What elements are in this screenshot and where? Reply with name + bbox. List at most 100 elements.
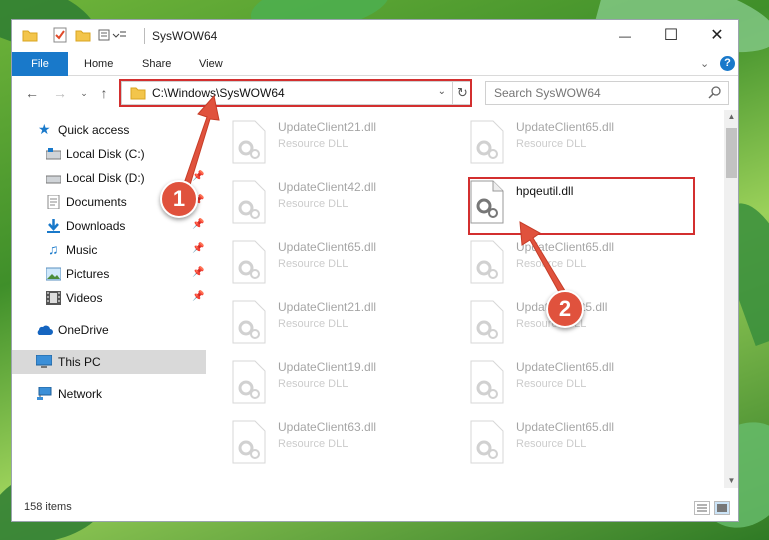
pin-icon[interactable]: 📌 — [192, 267, 204, 278]
dll-file-icon — [470, 240, 504, 284]
file-name: UpdateClient65.dll — [516, 360, 615, 374]
list-item[interactable]: UpdateClient65.dll Resource DLL — [222, 232, 442, 288]
navigation-pane: ★ Quick access Local Disk (C:) Local Dis… — [12, 110, 206, 490]
file-name: UpdateClient63.dll — [278, 420, 377, 434]
vertical-scrollbar[interactable]: ▲ ▼ — [724, 110, 738, 488]
file-highlight — [468, 177, 695, 235]
maximize-button[interactable]: ☐ — [648, 20, 694, 52]
sidebar-item-label: Music — [66, 243, 98, 257]
up-arrow-icon[interactable]: ↑ — [96, 85, 112, 101]
pin-icon[interactable]: 📌 — [192, 219, 204, 230]
pin-icon[interactable]: 📌 — [192, 291, 204, 302]
list-item[interactable]: UpdateClient65.dll Resource DLL — [460, 352, 680, 408]
videos-icon — [46, 291, 61, 305]
folder-icon — [22, 27, 38, 43]
computer-icon — [35, 354, 53, 369]
file-list: UpdateClient21.dll Resource DLL UpdateCl… — [208, 110, 724, 490]
file-type: Resource DLL — [278, 258, 349, 270]
back-arrow-icon[interactable]: ← — [24, 85, 40, 101]
drive-icon — [45, 171, 62, 185]
file-type: Resource DLL — [278, 138, 349, 150]
file-type: Resource DLL — [516, 378, 587, 390]
list-item[interactable]: UpdateClient42.dll Resource DLL — [222, 172, 442, 228]
list-item[interactable]: UpdateClient21.dll Resource DLL — [222, 112, 442, 168]
sidebar-item-onedrive[interactable]: OneDrive — [12, 318, 206, 342]
tab-share[interactable]: Share — [128, 52, 185, 76]
file-name: UpdateClient65.dll — [278, 240, 377, 254]
sidebar-item-label: Network — [58, 387, 103, 401]
sidebar-item-label: OneDrive — [58, 323, 109, 337]
network-icon — [36, 386, 52, 401]
sidebar-item-label: Local Disk (C:) — [66, 147, 145, 161]
dll-file-icon — [232, 240, 266, 284]
dll-file-icon — [470, 360, 504, 404]
new-folder-icon[interactable] — [75, 27, 91, 43]
search-box[interactable] — [485, 81, 729, 105]
item-count: 158 items — [24, 501, 72, 513]
pin-icon[interactable]: 📌 — [192, 243, 204, 254]
properties-icon[interactable] — [52, 27, 68, 43]
file-name: UpdateClient42.dll — [278, 180, 377, 194]
search-icon[interactable] — [708, 86, 722, 100]
dll-file-icon — [232, 300, 266, 344]
title-bar: SysWOW64 — ☐ ✕ — [12, 20, 738, 52]
file-name: UpdateClient65.dll — [516, 420, 615, 434]
forward-arrow-icon[interactable]: → — [52, 85, 68, 101]
file-name: UpdateClient19.dll — [278, 360, 377, 374]
sidebar-item-label: Documents — [66, 195, 127, 209]
sidebar-item-quick-access[interactable]: ★ Quick access — [12, 118, 206, 142]
tab-view[interactable]: View — [185, 52, 237, 76]
sidebar-item-network[interactable]: Network — [12, 382, 206, 406]
dll-file-icon — [470, 120, 504, 164]
details-view-icon[interactable] — [694, 501, 710, 515]
sidebar-item-local-disk-c[interactable]: Local Disk (C:) — [12, 142, 206, 166]
ribbon-tabs: File Home Share View ⌄ ? — [12, 52, 738, 76]
scroll-down-icon[interactable]: ▼ — [724, 474, 738, 488]
address-bar-highlight — [119, 79, 472, 107]
callout-badge-1: 1 — [160, 180, 198, 218]
file-type: Resource DLL — [516, 138, 587, 150]
pin-icon[interactable]: 📌 — [192, 171, 204, 182]
help-icon[interactable]: ? — [720, 56, 735, 71]
expand-ribbon-icon[interactable]: ⌄ — [700, 57, 709, 70]
file-name: UpdateClient21.dll — [278, 120, 377, 134]
list-item[interactable]: UpdateClient21.dll Resource DLL — [222, 292, 442, 348]
dll-file-icon — [470, 420, 504, 464]
sidebar-item-music[interactable]: ♫ Music 📌 — [12, 238, 206, 262]
dll-file-icon — [232, 120, 266, 164]
large-icons-view-icon[interactable] — [714, 501, 730, 515]
tab-file[interactable]: File — [12, 52, 68, 76]
minimize-button[interactable]: — — [602, 20, 648, 52]
sidebar-item-label: This PC — [58, 355, 101, 369]
list-item[interactable]: UpdateClient19.dll Resource DLL — [222, 352, 442, 408]
search-input[interactable] — [494, 85, 704, 101]
file-name: UpdateClient21.dll — [278, 300, 377, 314]
pictures-icon — [45, 267, 62, 281]
scroll-up-icon[interactable]: ▲ — [724, 110, 738, 124]
sidebar-item-label: Downloads — [66, 219, 126, 233]
dll-file-icon — [232, 420, 266, 464]
list-item[interactable]: UpdateClient65.dll Resource DLL — [460, 112, 680, 168]
recent-locations-chevron-icon[interactable]: ⌄ — [76, 85, 92, 101]
file-type: Resource DLL — [278, 198, 349, 210]
tab-home[interactable]: Home — [70, 52, 127, 76]
close-button[interactable]: ✕ — [694, 20, 738, 52]
file-type: Resource DLL — [278, 378, 349, 390]
explorer-window: SysWOW64 — ☐ ✕ File Home Share View ⌄ ? … — [11, 19, 739, 522]
star-icon: ★ — [38, 121, 51, 137]
sidebar-item-videos[interactable]: Videos 📌 — [12, 286, 206, 310]
sidebar-item-label: Local Disk (D:) — [66, 171, 145, 185]
sidebar-item-this-pc[interactable]: This PC — [12, 350, 206, 374]
dll-file-icon — [470, 300, 504, 344]
list-item[interactable]: UpdateClient65.dll Resource DLL — [460, 232, 680, 288]
navigation-bar: ← → ⌄ ↑ C:\Windows\SysWOW64 ⌄ ↻ — [12, 77, 738, 109]
cloud-icon — [36, 323, 53, 337]
sidebar-item-pictures[interactable]: Pictures 📌 — [12, 262, 206, 286]
list-item[interactable]: UpdateClient65.dll Resource DLL — [460, 412, 680, 468]
customize-toolbar-icon[interactable] — [98, 27, 128, 43]
sidebar-item-label: Pictures — [66, 267, 110, 281]
list-item[interactable]: UpdateClient63.dll Resource DLL — [222, 412, 442, 468]
file-name: UpdateClient65.dll — [516, 240, 615, 254]
sidebar-item-label: Quick access — [58, 123, 130, 137]
scroll-thumb[interactable] — [726, 128, 737, 178]
